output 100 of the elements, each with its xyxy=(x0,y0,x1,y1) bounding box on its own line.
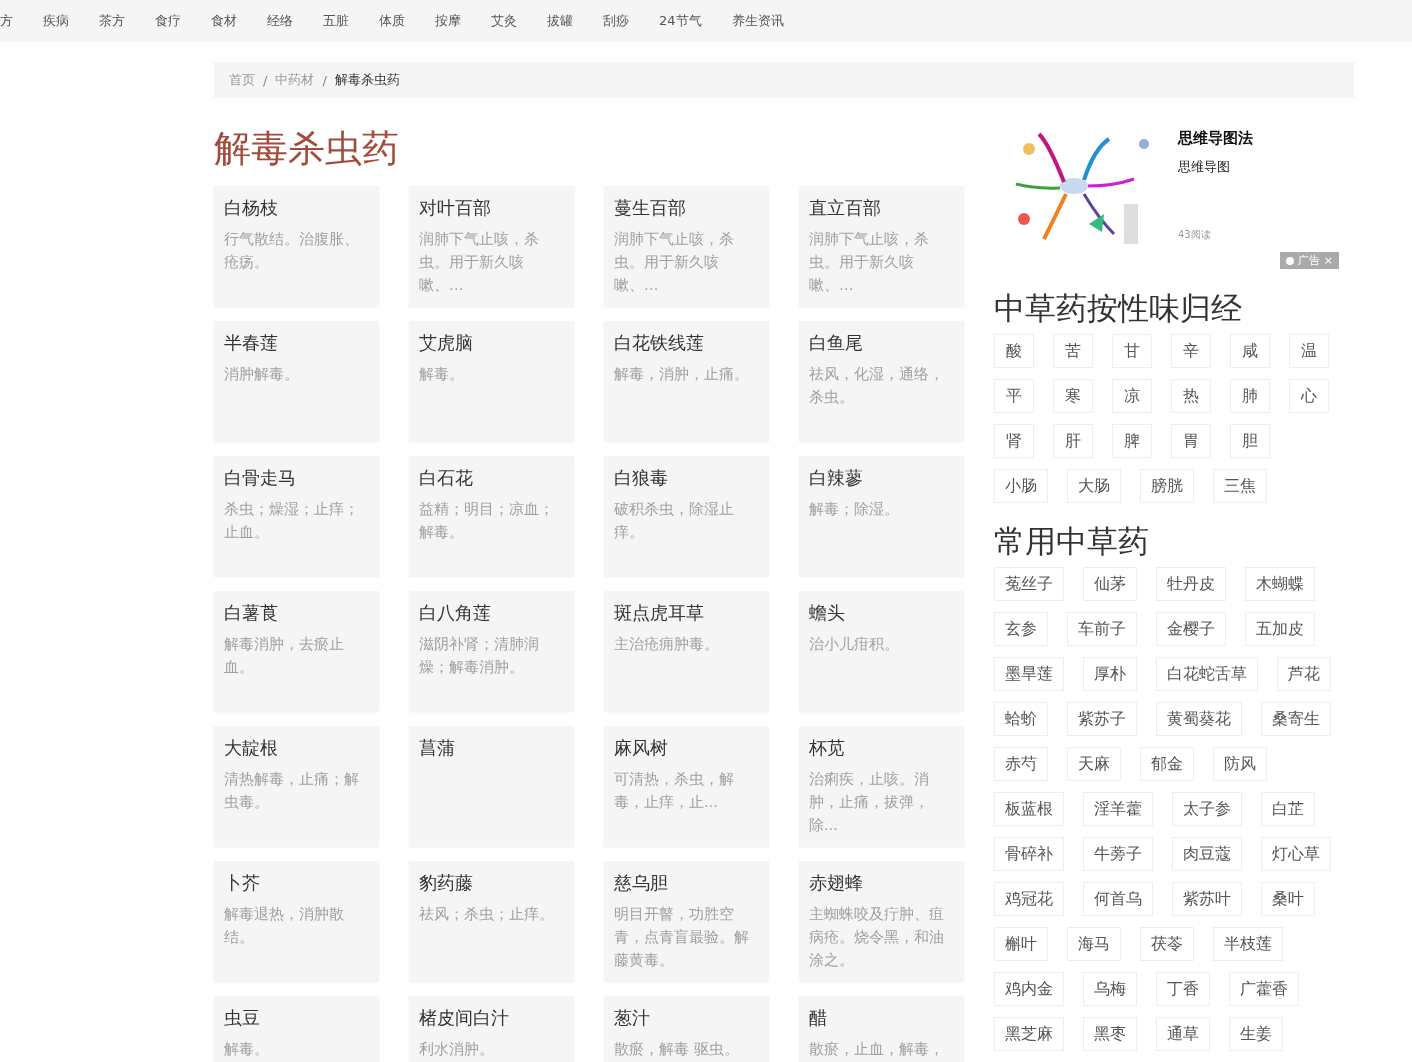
herb-card[interactable]: 白八角莲 滋阴补肾；清肺润燥；解毒消肿。 xyxy=(409,591,574,711)
herb-tag[interactable]: 板蓝根 xyxy=(994,792,1064,826)
herb-card[interactable]: 卜芥 解毒退热，消肿散结。 xyxy=(214,861,379,981)
herb-tag[interactable]: 平 xyxy=(994,379,1034,413)
herb-tag[interactable]: 咸 xyxy=(1230,334,1270,368)
herb-tag[interactable]: 骨碎补 xyxy=(994,837,1064,871)
herb-tag[interactable]: 牛蒡子 xyxy=(1083,837,1153,871)
herb-tag[interactable]: 甘 xyxy=(1112,334,1152,368)
herb-tag[interactable]: 凉 xyxy=(1112,379,1152,413)
breadcrumb-link[interactable]: 解毒杀虫药 xyxy=(334,71,400,89)
herb-name[interactable]: 麻风树 xyxy=(614,736,668,760)
herb-tag[interactable]: 桑叶 xyxy=(1261,882,1315,916)
herb-card[interactable]: 白狼毒 破积杀虫，除湿止痒。 xyxy=(604,456,769,576)
herb-tag[interactable]: 菟丝子 xyxy=(994,567,1064,601)
nav-link[interactable]: 食材 xyxy=(211,12,237,30)
herb-card[interactable]: 直立百部 润肺下气止咳，杀虫。用于新久咳嗽、… xyxy=(799,186,964,306)
herb-tag[interactable]: 白芷 xyxy=(1261,792,1315,826)
herb-card[interactable]: 蔓生百部 润肺下气止咳，杀虫。用于新久咳嗽、… xyxy=(604,186,769,306)
herb-tag[interactable]: 紫苏叶 xyxy=(1172,882,1242,916)
herb-tag[interactable]: 黑枣 xyxy=(1083,1017,1137,1051)
herb-tag[interactable]: 肝 xyxy=(1053,424,1093,458)
herb-tag[interactable]: 木蝴蝶 xyxy=(1245,567,1315,601)
nav-link[interactable]: 艾灸 xyxy=(491,12,517,30)
herb-card[interactable]: 麻风树 可清热，杀虫，解毒，止痒，止... xyxy=(604,726,769,846)
herb-tag[interactable]: 小肠 xyxy=(994,469,1048,503)
herb-tag[interactable]: 温 xyxy=(1289,334,1329,368)
herb-tag[interactable]: 茯苓 xyxy=(1140,927,1194,961)
herb-card[interactable]: 杯苋 治痢疾，止咳。消肿，止痛，拔弹，除... xyxy=(799,726,964,846)
herb-tag[interactable]: 芦花 xyxy=(1277,657,1331,691)
herb-tag[interactable]: 淫羊藿 xyxy=(1083,792,1153,826)
herb-tag[interactable]: 防风 xyxy=(1213,747,1267,781)
herb-tag[interactable]: 乌梅 xyxy=(1083,972,1137,1006)
herb-tag[interactable]: 膀胱 xyxy=(1140,469,1194,503)
herb-name[interactable]: 艾虎脑 xyxy=(419,331,473,355)
herb-card[interactable]: 楮皮间白汁 利水消肿。 xyxy=(409,996,574,1062)
herb-tag[interactable]: 辛 xyxy=(1171,334,1211,368)
herb-card[interactable]: 慈乌胆 明目开瞽，功胜空青，点青盲最验。解藤黄毒。 xyxy=(604,861,769,981)
herb-name[interactable]: 醋 xyxy=(809,1006,827,1030)
herb-tag[interactable]: 五加皮 xyxy=(1245,612,1315,646)
herb-name[interactable]: 半春莲 xyxy=(224,331,278,355)
herb-tag[interactable]: 大肠 xyxy=(1067,469,1121,503)
herb-name[interactable]: 对叶百部 xyxy=(419,196,491,220)
herb-tag[interactable]: 三焦 xyxy=(1213,469,1267,503)
herb-card[interactable]: 豹药藤 祛风；杀虫；止痒。 xyxy=(409,861,574,981)
herb-tag[interactable]: 仙茅 xyxy=(1083,567,1137,601)
herb-tag[interactable]: 海马 xyxy=(1067,927,1121,961)
herb-card[interactable]: 葱汁 散瘀，解毒 驱虫。 xyxy=(604,996,769,1062)
herb-name[interactable]: 虫豆 xyxy=(224,1006,260,1030)
herb-tag[interactable]: 寒 xyxy=(1053,379,1093,413)
herb-tag[interactable]: 胃 xyxy=(1171,424,1211,458)
herb-card[interactable]: 白石花 益精；明目；凉血；解毒。 xyxy=(409,456,574,576)
herb-card[interactable]: 斑点虎耳草 主治疮痈肿毒。 xyxy=(604,591,769,711)
nav-link[interactable]: 养生资讯 xyxy=(731,12,784,30)
herb-name[interactable]: 楮皮间白汁 xyxy=(419,1006,509,1030)
herb-name[interactable]: 白八角莲 xyxy=(419,601,491,625)
nav-link[interactable]: 刮痧 xyxy=(603,12,629,30)
herb-tag[interactable]: 何首乌 xyxy=(1083,882,1153,916)
herb-tag[interactable]: 墨旱莲 xyxy=(994,657,1064,691)
herb-name[interactable]: 蟾头 xyxy=(809,601,845,625)
herb-card[interactable]: 白骨走马 杀虫；燥湿；止痒；止血。 xyxy=(214,456,379,576)
herb-name[interactable]: 卜芥 xyxy=(224,871,260,895)
herb-tag[interactable]: 脾 xyxy=(1112,424,1152,458)
herb-tag[interactable]: 赤芍 xyxy=(994,747,1048,781)
herb-tag[interactable]: 槲叶 xyxy=(994,927,1048,961)
nav-link[interactable]: 经络 xyxy=(267,12,293,30)
nav-link[interactable]: 按摩 xyxy=(435,12,461,30)
herb-tag[interactable]: 丁香 xyxy=(1156,972,1210,1006)
herb-tag[interactable]: 通草 xyxy=(1156,1017,1210,1051)
herb-tag[interactable]: 生姜 xyxy=(1229,1017,1283,1051)
herb-card[interactable]: 艾虎脑 解毒。 xyxy=(409,321,574,441)
herb-card[interactable]: 白杨枝 行气散结。治腹胀、疮疡。 xyxy=(214,186,379,306)
herb-card[interactable]: 白辣蓼 解毒；除湿。 xyxy=(799,456,964,576)
herb-name[interactable]: 赤翅蜂 xyxy=(809,871,863,895)
herb-tag[interactable]: 肾 xyxy=(994,424,1034,458)
herb-name[interactable]: 白骨走马 xyxy=(224,466,296,490)
herb-tag[interactable]: 紫苏子 xyxy=(1067,702,1137,736)
herb-tag[interactable]: 天麻 xyxy=(1067,747,1121,781)
herb-name[interactable]: 白杨枝 xyxy=(224,196,278,220)
herb-tag[interactable]: 白花蛇舌草 xyxy=(1156,657,1258,691)
herb-card[interactable]: 菖蒲 xyxy=(409,726,574,846)
nav-link[interactable]: 疾病 xyxy=(43,12,69,30)
herb-card[interactable]: 醋 散瘀，止血，解毒， xyxy=(799,996,964,1062)
herb-tag[interactable]: 金樱子 xyxy=(1156,612,1226,646)
nav-link[interactable]: 茶方 xyxy=(99,12,125,30)
herb-tag[interactable]: 郁金 xyxy=(1140,747,1194,781)
herb-tag[interactable]: 太子参 xyxy=(1172,792,1242,826)
herb-name[interactable]: 杯苋 xyxy=(809,736,845,760)
herb-card[interactable]: 白花铁线莲 解毒，消肿，止痛。 xyxy=(604,321,769,441)
herb-tag[interactable]: 心 xyxy=(1289,379,1329,413)
herb-card[interactable]: 半春莲 消肿解毒。 xyxy=(214,321,379,441)
herb-card[interactable]: 大靛根 清热解毒，止痛；解虫毒。 xyxy=(214,726,379,846)
herb-tag[interactable]: 酸 xyxy=(994,334,1034,368)
herb-name[interactable]: 豹药藤 xyxy=(419,871,473,895)
herb-tag[interactable]: 胆 xyxy=(1230,424,1270,458)
herb-tag[interactable]: 苦 xyxy=(1053,334,1093,368)
herb-name[interactable]: 白鱼尾 xyxy=(809,331,863,355)
herb-tag[interactable]: 黑芝麻 xyxy=(994,1017,1064,1051)
nav-link[interactable]: 五脏 xyxy=(323,12,349,30)
herb-name[interactable]: 大靛根 xyxy=(224,736,278,760)
nav-link[interactable]: 食疗 xyxy=(155,12,181,30)
